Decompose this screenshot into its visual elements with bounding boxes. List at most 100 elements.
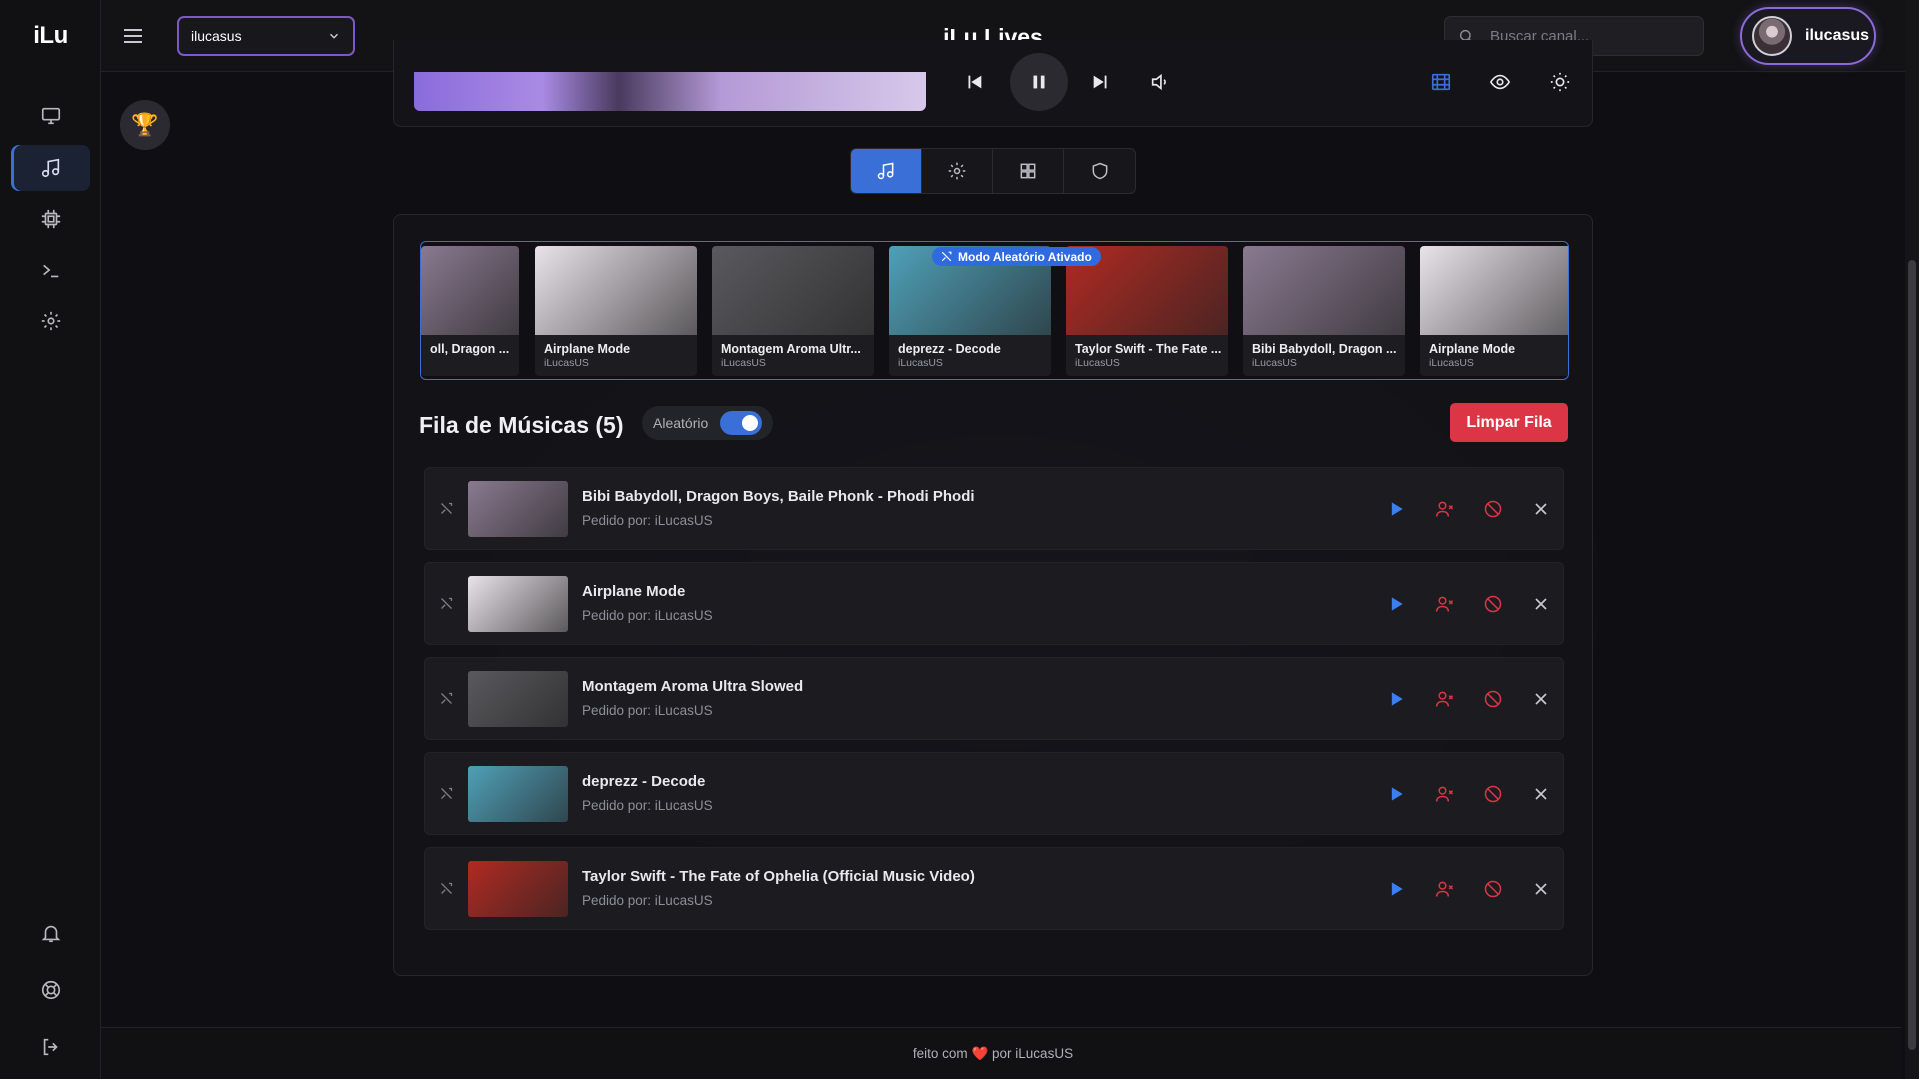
scrollbar-thumb[interactable]	[1908, 260, 1916, 1050]
play-icon	[1386, 499, 1406, 519]
close-icon	[1531, 689, 1551, 709]
album-art	[1420, 246, 1568, 335]
shuffle-mode-badge-label: Modo Aleatório Ativado	[958, 249, 1092, 264]
footer-prefix: feito com	[912, 1046, 968, 1061]
sidebar-item-chip[interactable]	[11, 196, 90, 242]
skip-back-icon	[968, 75, 982, 89]
queue-row: Montagem Aroma Ultra Slowed Pedido por: i…	[424, 657, 1564, 740]
tab-moderation[interactable]	[1064, 149, 1135, 193]
ban-track-button[interactable]	[1482, 878, 1504, 900]
remove-track-button[interactable]	[1530, 688, 1552, 710]
footer: feito com ❤️ por iLucasUS	[101, 1027, 1901, 1079]
sidebar-item-monitor[interactable]	[11, 93, 90, 139]
remove-requester-button[interactable]	[1434, 878, 1456, 900]
carousel-item-title: Airplane Mode	[544, 342, 631, 356]
album-art	[535, 246, 697, 335]
pause-button[interactable]	[1010, 53, 1068, 111]
shuffle-icon	[441, 787, 453, 799]
shuffle-icon	[941, 251, 952, 262]
carousel-item-title: Montagem Aroma Ultr...	[721, 342, 861, 356]
track-requester: Pedido por: iLucasUS	[582, 703, 713, 718]
ban-track-button[interactable]	[1482, 688, 1504, 710]
theme-button[interactable]	[1547, 69, 1573, 95]
user-remove-icon	[1435, 879, 1455, 899]
remove-requester-button[interactable]	[1434, 783, 1456, 805]
tab-settings[interactable]	[922, 149, 993, 193]
film-icon	[1431, 73, 1451, 91]
carousel-item-title: oll, Dragon ...	[430, 342, 510, 356]
play-track-button[interactable]	[1385, 593, 1407, 615]
play-track-button[interactable]	[1385, 688, 1407, 710]
sidebar-item-support[interactable]	[11, 967, 90, 1013]
carousel-item[interactable]: Airplane Mode iLucasUS	[535, 246, 697, 376]
ban-track-button[interactable]	[1482, 498, 1504, 520]
track-thumbnail	[468, 766, 568, 822]
scrollbar[interactable]	[1905, 0, 1919, 1079]
queue-row: deprezz - Decode Pedido por: iLucasUS	[424, 752, 1564, 835]
shuffle-mode-badge: Modo Aleatório Ativado	[932, 247, 1101, 266]
carousel-item-title: Bibi Babydoll, Dragon ...	[1252, 342, 1397, 356]
carousel-item[interactable]: Airplane Mode iLucasUS	[1420, 246, 1568, 376]
grid-icon	[1020, 163, 1036, 179]
volume-button[interactable]	[1147, 69, 1173, 95]
track-name: Airplane Mode	[582, 583, 686, 600]
trophy-button[interactable]: 🏆	[120, 100, 170, 150]
play-track-button[interactable]	[1385, 878, 1407, 900]
track-requester: Pedido por: iLucasUS	[582, 798, 713, 813]
track-name: Taylor Swift - The Fate of Ophelia (Offi…	[582, 868, 975, 885]
play-track-button[interactable]	[1385, 498, 1407, 520]
sidebar-item-notifications[interactable]	[11, 910, 90, 956]
previous-button[interactable]	[961, 69, 987, 95]
shuffle-toggle-label: Aleatório	[653, 415, 709, 431]
track-thumbnail	[468, 576, 568, 632]
sidebar-item-music[interactable]	[11, 145, 90, 191]
remove-track-button[interactable]	[1530, 593, 1552, 615]
remove-requester-button[interactable]	[1434, 688, 1456, 710]
now-playing-thumbnail	[414, 72, 926, 111]
ban-track-button[interactable]	[1482, 783, 1504, 805]
app-logo[interactable]: iLu	[0, 22, 101, 50]
carousel-item[interactable]: Montagem Aroma Ultr... iLucasUS	[712, 246, 874, 376]
queue-row: Bibi Babydoll, Dragon Boys, Baile Phonk …	[424, 467, 1564, 550]
carousel-item-requester: iLucasUS	[544, 357, 589, 369]
carousel-item-requester: iLucasUS	[898, 357, 943, 369]
shuffle-toggle[interactable]: Aleatório	[642, 406, 773, 440]
visibility-button[interactable]	[1487, 69, 1513, 95]
shuffle-icon	[441, 597, 453, 609]
play-track-button[interactable]	[1385, 783, 1407, 805]
remove-track-button[interactable]	[1530, 783, 1552, 805]
remove-requester-button[interactable]	[1434, 593, 1456, 615]
queue-carousel[interactable]: oll, Dragon ... Airplane Mode iLucasUS Mont…	[420, 241, 1569, 380]
carousel-item-requester: iLucasUS	[721, 357, 766, 369]
ban-track-button[interactable]	[1482, 593, 1504, 615]
carousel-item[interactable]: oll, Dragon ...	[421, 246, 519, 376]
close-icon	[1531, 784, 1551, 804]
user-remove-icon	[1435, 499, 1455, 519]
ban-icon	[1483, 499, 1503, 519]
remove-track-button[interactable]	[1530, 878, 1552, 900]
track-thumbnail	[468, 481, 568, 537]
video-button[interactable]	[1428, 69, 1454, 95]
track-requester: Pedido por: iLucasUS	[582, 513, 713, 528]
play-icon	[1386, 784, 1406, 804]
avatar	[1752, 16, 1792, 56]
queue-title: Fila de Músicas (5)	[419, 412, 624, 438]
tab-music[interactable]	[851, 149, 922, 193]
toggle-switch[interactable]	[720, 411, 763, 435]
sidebar-item-logout[interactable]	[11, 1024, 90, 1070]
user-menu[interactable]: ilucasus	[1740, 7, 1876, 65]
album-art	[712, 246, 874, 335]
sidebar-item-settings[interactable]	[11, 298, 90, 344]
tab-grid[interactable]	[993, 149, 1064, 193]
remove-track-button[interactable]	[1530, 498, 1552, 520]
clear-queue-button[interactable]: Limpar Fila	[1450, 403, 1568, 442]
carousel-item[interactable]: Bibi Babydoll, Dragon ... iLucasUS	[1243, 246, 1405, 376]
pause-icon	[1033, 75, 1045, 89]
next-button[interactable]	[1088, 69, 1114, 95]
shuffle-icon	[441, 882, 453, 894]
sidebar-item-terminal[interactable]	[11, 247, 90, 293]
terminal-icon	[42, 264, 58, 278]
volume-icon	[1151, 73, 1166, 91]
remove-requester-button[interactable]	[1434, 498, 1456, 520]
play-icon	[1386, 594, 1406, 614]
